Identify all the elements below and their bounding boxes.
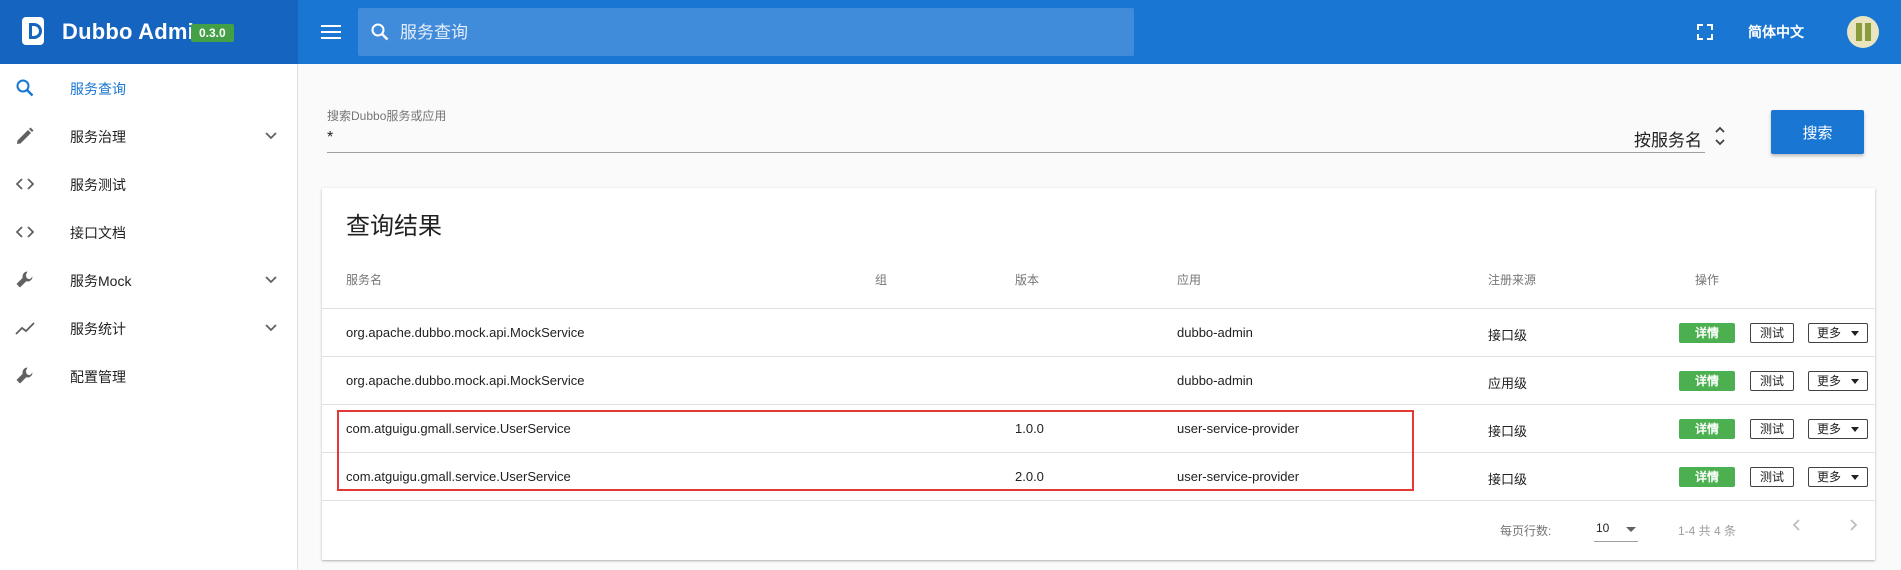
more-label: 更多 [1817,326,1842,340]
chevron-down-icon [265,324,277,332]
next-page-icon[interactable] [1842,514,1864,536]
search-field-label: 搜索Dubbo服务或应用 [327,109,447,123]
sidebar-item-label: 接口文档 [70,225,126,241]
version-cell: 1.0.0 [1015,421,1044,436]
sidebar-item-label: 服务Mock [70,273,132,289]
global-search-input[interactable] [398,8,1122,58]
caret-down-icon [1851,427,1859,432]
table-row: org.apache.dubbo.mock.api.MockService du… [322,357,1875,405]
caret-down-icon [1626,527,1636,532]
fullscreen-icon[interactable] [1695,22,1715,42]
sidebar-item-config-management[interactable]: 配置管理 [0,353,297,399]
top-bar: 简体中文 [298,0,1901,64]
brand-area: Dubbo Admin 0.3.0 [0,0,298,64]
application-cell: dubbo-admin [1177,325,1253,340]
dubbo-logo-icon [22,17,44,45]
chevron-down-icon [265,132,277,140]
trending-up-icon [15,322,35,335]
test-button[interactable]: 测试 [1750,323,1794,343]
test-button[interactable]: 测试 [1750,467,1794,487]
source-cell: 应用级 [1488,376,1528,391]
column-header-version[interactable]: 版本 [1015,271,1039,288]
pencil-icon [17,127,34,144]
rows-per-page-select[interactable]: 10 [1594,513,1638,542]
sidebar-item-service-test[interactable]: 服务测试 [0,161,297,207]
search-icon [371,23,389,41]
wrench-icon [16,367,33,384]
sidebar-item-service-search[interactable]: 服务查询 [0,65,297,111]
version-badge: 0.3.0 [191,24,234,42]
more-button[interactable]: 更多 [1808,371,1868,391]
code-icon [15,226,35,238]
source-cell: 接口级 [1488,328,1528,343]
chevron-down-icon [265,276,277,284]
application-cell: user-service-provider [1177,421,1300,436]
more-button[interactable]: 更多 [1808,419,1868,439]
wrench-icon [16,271,33,288]
column-header-service[interactable]: 服务名 [346,271,382,288]
caret-down-icon [1851,379,1859,384]
pagination-range: 1-4 共 4 条 [1678,524,1737,538]
avatar[interactable] [1847,16,1879,48]
column-header-group[interactable]: 组 [875,271,887,288]
caret-down-icon [1851,475,1859,480]
search-icon [16,79,34,97]
detail-button[interactable]: 详情 [1679,419,1735,439]
more-label: 更多 [1817,374,1842,388]
results-title: 查询结果 [346,213,442,240]
more-button[interactable]: 更多 [1808,323,1868,343]
more-label: 更多 [1817,470,1842,484]
detail-button[interactable]: 详情 [1679,323,1735,343]
menu-icon[interactable] [318,20,344,44]
service-name-cell: com.atguigu.gmall.service.UserService [346,469,571,484]
service-search-input[interactable] [327,124,1705,153]
table-row: com.atguigu.gmall.service.UserService 2.… [322,453,1875,501]
caret-down-icon [1851,331,1859,336]
column-header-actions: 操作 [1695,273,1720,287]
sidebar-item-label: 配置管理 [70,369,126,385]
more-button[interactable]: 更多 [1808,467,1868,487]
column-header-application[interactable]: 应用 [1177,271,1201,288]
prev-page-icon[interactable] [1786,514,1808,536]
app-title: Dubbo Admin [62,19,208,44]
service-name-cell: org.apache.dubbo.mock.api.MockService [346,373,585,388]
sidebar: 服务查询 服务治理 服务测试 接口文档 服务Mock 服务统计 配置管理 [0,64,298,570]
language-switch[interactable]: 简体中文 [1748,22,1804,42]
application-cell: user-service-provider [1177,469,1300,484]
search-type-value: 按服务名 [1634,131,1702,150]
test-button[interactable]: 测试 [1750,371,1794,391]
sidebar-item-service-stats[interactable]: 服务统计 [0,305,297,351]
service-name-cell: org.apache.dubbo.mock.api.MockService [346,325,585,340]
rows-per-page-value: 10 [1596,521,1610,535]
detail-button[interactable]: 详情 [1679,371,1735,391]
test-button[interactable]: 测试 [1750,419,1794,439]
sidebar-item-label: 服务测试 [70,177,126,193]
version-cell: 2.0.0 [1015,469,1044,484]
sidebar-item-service-mock[interactable]: 服务Mock [0,257,297,303]
unfold-icon [1715,126,1725,146]
results-card: 查询结果 服务名 组 版本 应用 注册来源 操作 org.apache.dubb… [322,188,1875,560]
detail-button[interactable]: 详情 [1679,467,1735,487]
sidebar-item-label: 服务查询 [70,81,126,97]
sidebar-item-label: 服务统计 [70,321,126,337]
table-row: com.atguigu.gmall.service.UserService 1.… [322,405,1875,453]
column-header-source[interactable]: 注册来源 [1488,271,1536,288]
search-type-select[interactable]: 按服务名 [1620,120,1732,152]
global-search [358,8,1134,58]
code-icon [15,178,35,190]
sidebar-item-label: 服务治理 [70,129,126,145]
table-row: org.apache.dubbo.mock.api.MockService du… [322,309,1875,357]
sidebar-item-api-docs[interactable]: 接口文档 [0,209,297,255]
rows-per-page-label: 每页行数: [1500,524,1552,538]
search-button[interactable]: 搜索 [1771,110,1864,154]
application-cell: dubbo-admin [1177,373,1253,388]
more-label: 更多 [1817,422,1842,436]
sidebar-item-service-governance[interactable]: 服务治理 [0,113,297,159]
service-name-cell: com.atguigu.gmall.service.UserService [346,421,571,436]
source-cell: 接口级 [1488,424,1528,439]
source-cell: 接口级 [1488,472,1528,487]
